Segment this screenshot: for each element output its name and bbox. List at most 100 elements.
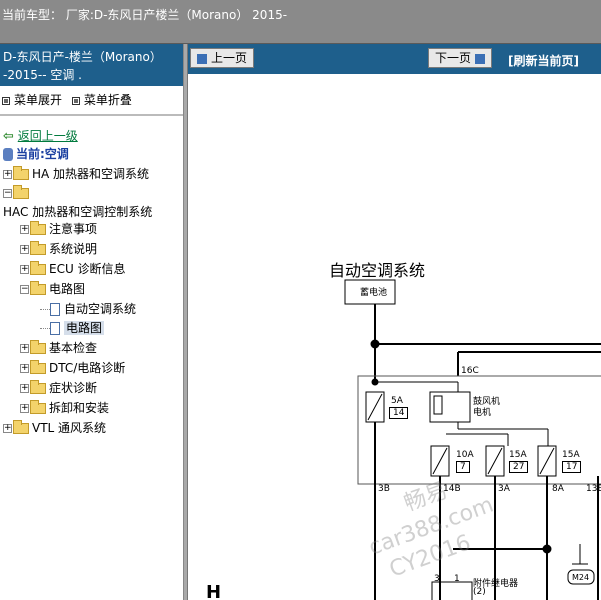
expand-plus-icon[interactable]: + <box>3 424 12 433</box>
blower-motor-label2: 电机 <box>473 408 492 418</box>
tree-item-label: 自动空调系统 <box>64 302 137 316</box>
tree-item-removal[interactable]: + 拆卸和安装 <box>20 399 109 417</box>
tree-item-symptom[interactable]: + 症状诊断 <box>20 379 97 397</box>
next-page-button[interactable]: 下一页 <box>428 48 493 68</box>
folder-icon <box>30 400 46 414</box>
tree-item-label-selected: 电路图 <box>64 321 105 335</box>
folder-icon <box>30 340 46 354</box>
refresh-page-link[interactable]: [刷新当前页] <box>508 52 579 69</box>
document-icon <box>50 303 60 316</box>
tree-item-label: DTC/电路诊断 <box>49 361 126 375</box>
content-header: 上一页 下一页 [刷新当前页] <box>188 44 601 74</box>
tree-item-label: 系统说明 <box>49 242 98 256</box>
tree-item-label: 症状诊断 <box>49 381 98 395</box>
tree-item-system-desc[interactable]: + 系统说明 <box>20 240 97 258</box>
connector-label: 16C <box>461 366 479 376</box>
back-link[interactable]: ⇦ 返回上一级 <box>3 127 78 145</box>
folder-icon <box>30 380 46 394</box>
tree-item-wiring-diagram[interactable]: 电路图 <box>40 319 105 337</box>
document-icon <box>50 322 60 335</box>
tree-item-label: ECU 诊断信息 <box>49 262 126 276</box>
fuse-number-label: 27 <box>509 461 529 473</box>
tree-item-precautions[interactable]: + 注意事项 <box>20 220 97 238</box>
battery-label: 蓄电池 <box>360 288 388 298</box>
prev-page-button[interactable]: 上一页 <box>190 48 255 68</box>
menu-controls: 菜单展开 菜单折叠 <box>2 91 132 108</box>
diagram-title: 自动空调系统 <box>329 261 426 280</box>
arrow-left-icon <box>197 53 207 64</box>
back-link-label: 返回上一级 <box>17 129 78 143</box>
folder-icon <box>30 261 46 275</box>
prev-page-label: 上一页 <box>211 51 248 65</box>
tree-item-dtc[interactable]: + DTC/电路诊断 <box>20 359 125 377</box>
folder-icon <box>30 360 46 374</box>
terminal-label: 13B <box>586 484 601 494</box>
collapse-minus-icon[interactable]: − <box>20 285 29 294</box>
fuse-rating-label: 5A <box>391 396 403 406</box>
folder-open-icon <box>30 281 46 295</box>
current-location-label: 当前:空调 <box>16 147 69 161</box>
expand-plus-icon[interactable]: + <box>20 404 29 413</box>
wiring-diagram: 自动空调系统 蓄电池 16C 5A 14 鼓风机 电机 10A 7 15A 27… <box>188 74 601 600</box>
tree-item-label: HAC 加热器和空调控制系统 <box>3 205 153 219</box>
tree-item-label: 拆卸和安装 <box>49 401 110 415</box>
side-mark: H <box>206 582 222 600</box>
folder-open-icon <box>13 185 29 199</box>
back-arrow-icon: ⇦ <box>3 129 14 144</box>
terminal-label: 3B <box>378 484 390 494</box>
next-page-label: 下一页 <box>435 51 472 65</box>
collapse-minus-icon[interactable]: − <box>3 189 12 198</box>
left-panel: D-东风日产-楼兰（Morano） -2015-- 空调 . 菜单展开 菜单折叠… <box>0 44 185 600</box>
expand-plus-icon[interactable]: + <box>20 245 29 254</box>
tree-item-wiring[interactable]: − 电路图 <box>20 280 85 298</box>
tree-item-hac[interactable]: HAC 加热器和空调控制系统 <box>3 203 152 221</box>
tree-connector <box>40 309 50 310</box>
fuse-number-label: 14 <box>389 407 409 419</box>
tree-item-basic-check[interactable]: + 基本检查 <box>20 339 97 357</box>
fuse-number-label: 17 <box>562 461 582 473</box>
tree-item-ha[interactable]: + HA 加热器和空调系统 <box>3 165 149 183</box>
tree-item-hac-root[interactable]: − <box>3 184 32 202</box>
left-header-line2: -2015-- 空调 . <box>3 68 82 82</box>
tree-item-vtl[interactable]: + VTL 通风系统 <box>3 419 106 437</box>
left-divider <box>0 114 183 116</box>
tree-item-auto-ac[interactable]: 自动空调系统 <box>40 300 136 318</box>
relay-label2: (2) <box>473 587 486 597</box>
tree-item-label: 电路图 <box>49 282 86 296</box>
fuse-rating-label: 15A <box>509 450 527 460</box>
expand-plus-icon[interactable]: + <box>20 265 29 274</box>
arrow-right-icon <box>475 53 486 64</box>
fuse-number-label: 7 <box>456 461 470 473</box>
expand-plus-icon[interactable]: + <box>20 344 29 353</box>
expand-plus-icon[interactable]: + <box>20 364 29 373</box>
left-header-line1: D-东风日产-楼兰（Morano） <box>3 50 162 64</box>
left-panel-header: D-东风日产-楼兰（Morano） -2015-- 空调 . <box>0 44 183 86</box>
collapse-icon <box>71 96 80 105</box>
folder-icon <box>30 241 46 255</box>
tree-item-label: HA 加热器和空调系统 <box>32 167 150 181</box>
tree-connector <box>40 328 50 329</box>
menu-collapse-label: 菜单折叠 <box>83 93 132 107</box>
expand-plus-icon[interactable]: + <box>20 225 29 234</box>
menu-collapse-button[interactable]: 菜单折叠 <box>71 91 132 108</box>
folder-icon <box>13 420 29 434</box>
vehicle-model-text: 当前车型： 厂家:D-东风日产楼兰（Morano） 2015- <box>2 8 288 22</box>
top-bar: 当前车型： 厂家:D-东风日产楼兰（Morano） 2015- <box>0 0 601 44</box>
tree-item-label: 基本检查 <box>49 341 98 355</box>
menu-expand-label: 菜单展开 <box>14 93 63 107</box>
tree-item-ecu-diag[interactable]: + ECU 诊断信息 <box>20 260 126 278</box>
current-location: 当前:空调 <box>3 145 69 163</box>
user-icon <box>3 148 13 161</box>
expand-plus-icon[interactable]: + <box>20 384 29 393</box>
folder-icon <box>30 221 46 235</box>
expand-plus-icon[interactable]: + <box>3 170 12 179</box>
pin-label: 3 <box>434 574 440 584</box>
wiring-diagram-svg <box>344 279 601 600</box>
terminal-label: 8A <box>552 484 564 494</box>
tree-item-label: VTL 通风系统 <box>32 421 107 435</box>
fuse-rating-label: 10A <box>456 450 474 460</box>
fuse-rating-label: 15A <box>562 450 580 460</box>
terminal-label: 3A <box>498 484 510 494</box>
menu-expand-button[interactable]: 菜单展开 <box>2 91 62 108</box>
folder-icon <box>13 166 29 180</box>
